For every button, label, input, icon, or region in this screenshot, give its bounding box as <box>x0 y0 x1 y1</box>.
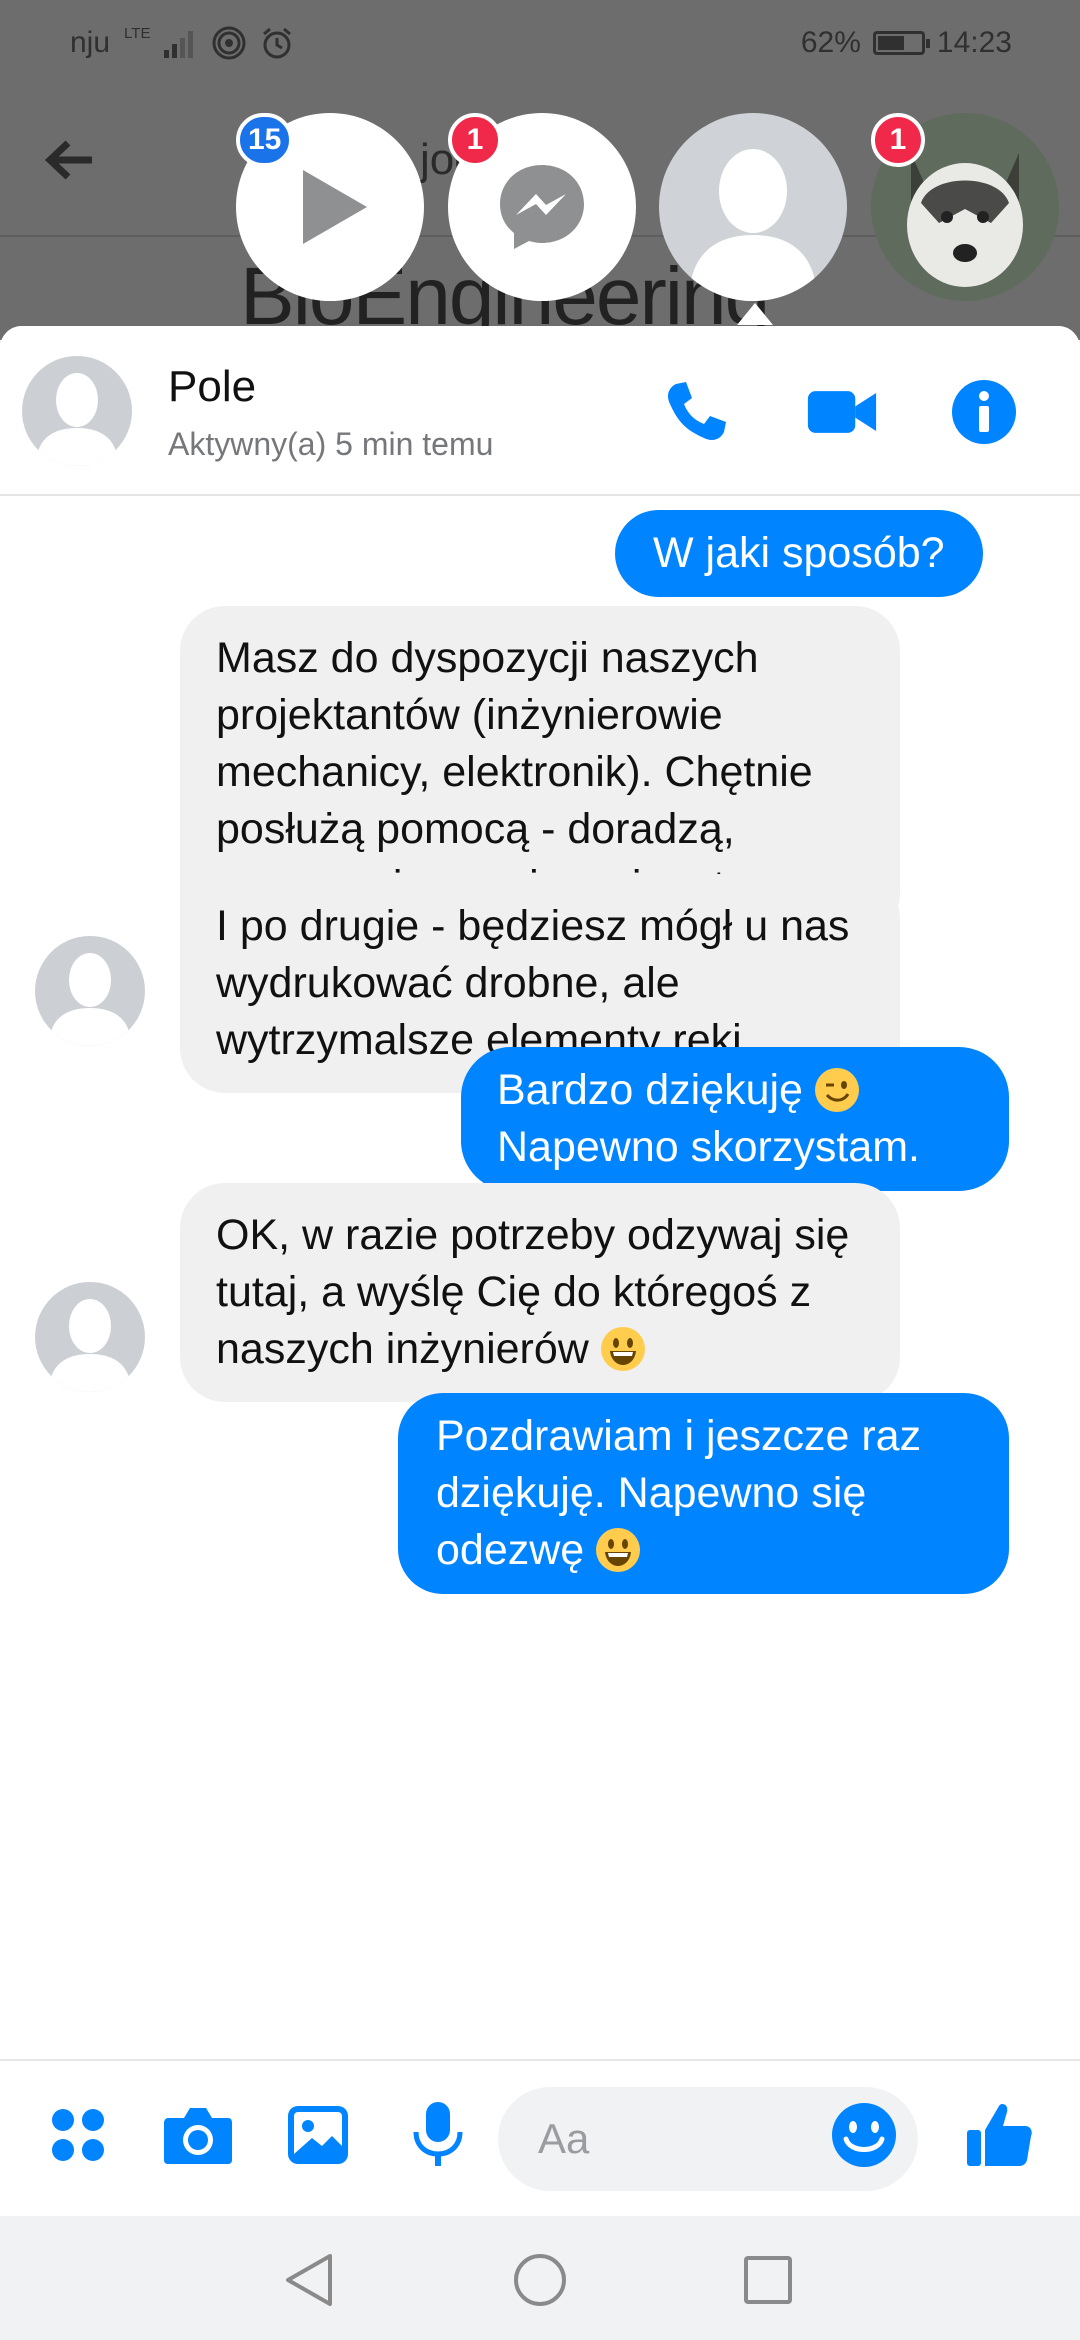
carrier-label: nju <box>70 26 111 59</box>
chat-head-badge: 15 <box>236 113 294 167</box>
emoji-icon <box>832 2103 896 2167</box>
hotspot-icon <box>212 26 246 60</box>
chat-head-pole[interactable] <box>659 113 847 301</box>
microphone-icon <box>413 2102 463 2166</box>
apps-button[interactable] <box>40 2097 116 2173</box>
default-avatar-icon <box>689 149 817 301</box>
nav-back-button[interactable] <box>274 2246 342 2314</box>
video-call-button[interactable] <box>806 376 878 448</box>
network-label: LTE <box>124 24 151 42</box>
alarm-icon <box>263 27 292 59</box>
call-button[interactable] <box>660 376 732 448</box>
back-arrow-icon <box>44 140 92 180</box>
contact-name[interactable]: Pole <box>168 362 256 412</box>
status-right: 62% 14:23 <box>801 26 1012 60</box>
default-avatar-icon <box>36 373 118 466</box>
camera-button[interactable] <box>160 2097 236 2173</box>
wink-emoji-icon <box>814 1068 859 1112</box>
message-in-3[interactable]: OK, w razie potrzeby odzywaj się tutaj, … <box>180 1183 900 1402</box>
like-button[interactable] <box>962 2097 1038 2173</box>
message-text: I po drugie - będziesz mógł u nas wydruk… <box>216 902 850 1064</box>
nav-home-button[interactable] <box>506 2246 574 2314</box>
sender-avatar[interactable] <box>35 1282 145 1392</box>
contact-status: Aktywny(a) 5 min temu <box>168 426 494 462</box>
video-camera-icon <box>807 391 877 433</box>
battery-percent: 62% <box>800 26 861 59</box>
phone-icon <box>668 382 726 440</box>
signal-icon <box>164 31 194 58</box>
default-avatar-icon <box>49 953 131 1046</box>
play-icon <box>303 170 367 244</box>
chat-head-pole-circle <box>659 113 847 301</box>
default-avatar-icon <box>49 1299 131 1392</box>
message-text: Bardzo dziękuję <box>497 1066 803 1114</box>
apps-icon <box>52 2109 104 2161</box>
message-out-3[interactable]: Pozdrawiam i jeszcze raz dziękuję. Napew… <box>398 1393 1009 1594</box>
composer-bar <box>0 2059 1080 2216</box>
chat-head-husky[interactable]: 1 <box>871 113 1059 301</box>
gallery-button[interactable] <box>280 2097 356 2173</box>
info-icon <box>952 380 1016 444</box>
info-button[interactable] <box>948 376 1020 448</box>
camera-icon <box>164 2108 232 2164</box>
message-out-2[interactable]: Bardzo dziękuję Napewno skorzystam. <box>461 1047 1009 1191</box>
system-navigation-bar <box>0 2216 1080 2340</box>
message-list[interactable]: W jaki sposób? Masz do dyspozycji naszyc… <box>0 496 1080 2056</box>
chat-head-video[interactable]: 15 <box>236 113 424 301</box>
back-icon <box>286 2254 332 2306</box>
messenger-icon <box>500 165 584 249</box>
chat-panel: Pole Aktywny(a) 5 min temu W jaki sposób… <box>0 326 1080 2216</box>
nav-recents-button[interactable] <box>734 2246 802 2314</box>
gallery-icon <box>288 2106 348 2164</box>
chat-head-badge: 1 <box>871 113 925 167</box>
emoji-button[interactable] <box>826 2097 902 2173</box>
recents-icon <box>744 2256 792 2304</box>
contact-avatar[interactable] <box>22 356 132 466</box>
sender-avatar[interactable] <box>35 936 145 1046</box>
status-bar: nju LTE 62% 14:23 <box>0 0 1080 95</box>
chat-head-pointer <box>737 303 773 325</box>
battery-icon <box>872 31 930 55</box>
home-icon <box>514 2254 566 2306</box>
grin-emoji-icon <box>596 1528 641 1572</box>
grin-emoji-icon <box>600 1327 645 1371</box>
like-icon <box>967 2104 1032 2166</box>
chat-head-badge: 1 <box>448 113 502 167</box>
message-out-1[interactable]: W jaki sposób? <box>615 510 983 597</box>
message-text: W jaki sposób? <box>653 529 945 577</box>
message-text: OK, w razie potrzeby odzywaj się tutaj, … <box>216 1211 850 1373</box>
message-text: Masz do dyspozycji naszych projektantów … <box>216 634 813 910</box>
battery-fill <box>877 36 904 50</box>
chat-header: Pole Aktywny(a) 5 min temu <box>0 326 1080 496</box>
clock: 14:23 <box>936 26 1012 59</box>
message-line: Napewno skorzystam. <box>497 1123 920 1171</box>
status-left: nju LTE <box>70 24 294 60</box>
chat-head-messenger[interactable]: 1 <box>448 113 636 301</box>
message-text: Pozdrawiam i jeszcze raz dziękuję. Napew… <box>436 1412 922 1574</box>
message-line: Bardzo dziękuję <box>497 1062 973 1119</box>
voice-button[interactable] <box>400 2097 476 2173</box>
